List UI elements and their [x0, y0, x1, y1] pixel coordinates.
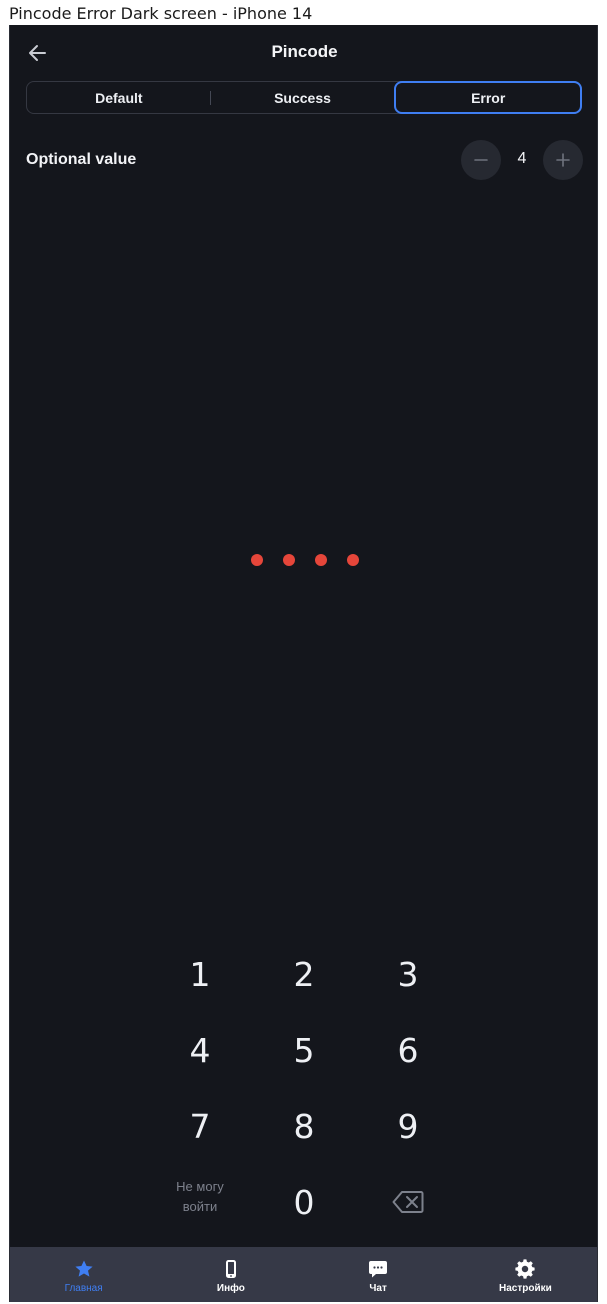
chat-icon	[368, 1259, 388, 1279]
tab-bar: Главная Инфо Чат Настройки	[10, 1247, 597, 1302]
minus-icon	[474, 159, 488, 161]
segment-label: Error	[471, 89, 506, 106]
backspace-button[interactable]	[368, 1170, 448, 1234]
optional-value-row: Optional value 4	[26, 139, 583, 181]
backspace-icon	[392, 1191, 424, 1213]
pin-dot	[346, 554, 359, 566]
tab-label: Настройки	[498, 1283, 552, 1294]
pin-indicator	[10, 554, 597, 568]
pin-dot	[314, 554, 327, 566]
gear-icon	[515, 1259, 535, 1279]
back-button[interactable]	[24, 39, 52, 67]
forgot-pin-line1: Не могу	[176, 1179, 224, 1194]
key-7[interactable]: 7	[160, 1094, 240, 1158]
key-3[interactable]: 3	[368, 942, 448, 1006]
tab-settings[interactable]: Настройки	[452, 1247, 597, 1302]
forgot-pin-line2: войти	[182, 1199, 218, 1214]
pin-dot	[282, 554, 295, 566]
tab-label: Инфо	[216, 1283, 245, 1294]
page-title: Pincode	[271, 42, 338, 61]
pin-dot	[250, 554, 263, 566]
decrement-button[interactable]	[461, 140, 501, 180]
tab-label: Главная	[64, 1283, 103, 1294]
segment-default[interactable]: Default	[27, 82, 211, 113]
key-4[interactable]: 4	[160, 1018, 240, 1082]
key-9[interactable]: 9	[368, 1094, 448, 1158]
star-icon	[74, 1259, 94, 1279]
key-5[interactable]: 5	[264, 1018, 344, 1082]
segment-label: Success	[274, 89, 331, 106]
phone-screen: Pincode Default Success Error Optional v…	[9, 25, 598, 1302]
stepper-value: 4	[517, 150, 527, 167]
key-6[interactable]: 6	[368, 1018, 448, 1082]
optional-value-label: Optional value	[26, 151, 137, 168]
tab-info[interactable]: Инфо	[157, 1247, 304, 1302]
phone-icon	[221, 1259, 241, 1279]
segment-label: Default	[95, 89, 143, 106]
key-0[interactable]: 0	[264, 1170, 344, 1234]
tab-label: Чат	[369, 1283, 387, 1294]
forgot-pin-button[interactable]: Не могу войти	[150, 1177, 250, 1217]
increment-button[interactable]	[543, 140, 583, 180]
tab-chat[interactable]: Чат	[305, 1247, 452, 1302]
keypad: 1 2 3 4 5 6 7 8 9 Не могу войти 0	[10, 940, 597, 1244]
key-8[interactable]: 8	[264, 1094, 344, 1158]
segment-error[interactable]: Error	[394, 81, 583, 114]
window-title: Pincode Error Dark screen - iPhone 14	[9, 4, 313, 23]
header: Pincode	[10, 25, 597, 81]
key-2[interactable]: 2	[264, 942, 344, 1006]
tab-home[interactable]: Главная	[10, 1247, 157, 1302]
segment-success[interactable]: Success	[211, 82, 395, 113]
segmented-control: Default Success Error	[26, 81, 583, 114]
plus-icon	[556, 153, 570, 167]
key-1[interactable]: 1	[160, 942, 240, 1006]
arrow-left-icon	[29, 45, 46, 61]
